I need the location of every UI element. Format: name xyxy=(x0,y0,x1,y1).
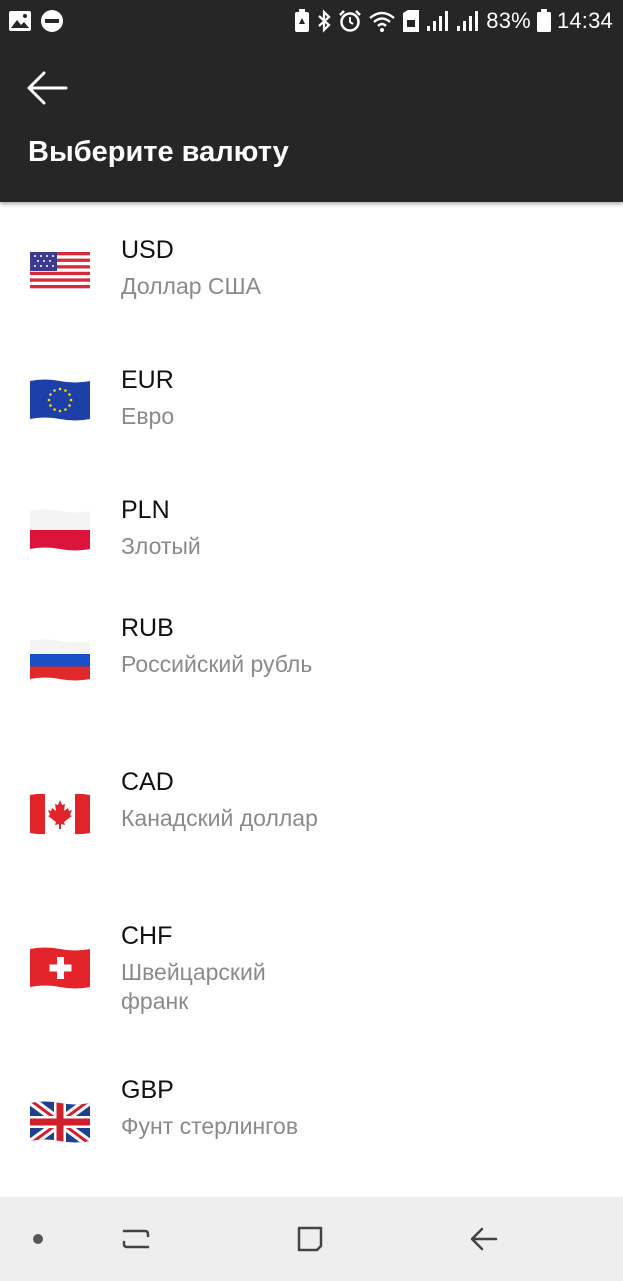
sim-icon xyxy=(402,9,420,33)
gb-flag-icon xyxy=(30,1100,90,1144)
status-bar: 83% 14:34 xyxy=(0,0,623,42)
currency-code: EUR xyxy=(121,366,174,394)
currency-name: Фунт стерлингов xyxy=(121,1113,299,1139)
currency-name: Российский рубль xyxy=(121,651,313,677)
bluetooth-icon xyxy=(316,9,332,33)
app-bar: Выберите валюту xyxy=(0,42,623,202)
battery-saver-icon xyxy=(294,9,310,33)
signal-icon xyxy=(426,10,450,32)
status-right: 83% 14:34 xyxy=(294,8,613,34)
battery-percent: 83% xyxy=(486,8,531,33)
recents-icon[interactable] xyxy=(116,1219,156,1259)
do-not-disturb-icon xyxy=(40,9,64,33)
currency-name: Злотый xyxy=(121,533,201,559)
back-icon[interactable] xyxy=(464,1219,504,1259)
wifi-icon xyxy=(368,9,396,33)
pl-flag-icon xyxy=(30,508,90,552)
status-left xyxy=(8,9,64,33)
ru-flag-icon xyxy=(30,638,90,682)
clock: 14:34 xyxy=(556,8,613,33)
eu-flag-icon xyxy=(30,378,90,422)
page-title: Выберите валюту xyxy=(28,136,289,168)
arrow-left-icon xyxy=(26,70,68,111)
currency-code: RUB xyxy=(121,614,174,642)
currency-item-eur[interactable]: EUR Евро xyxy=(0,332,623,462)
currency-name: Швейцарский франк xyxy=(121,959,266,1014)
currency-item-pln[interactable]: PLN Злотый xyxy=(0,462,623,592)
navigation-bar xyxy=(0,1197,623,1281)
currency-code: PLN xyxy=(121,496,170,524)
currency-item-rub[interactable]: RUB Российский рубль xyxy=(0,592,623,746)
currency-code: GBP xyxy=(121,1076,174,1104)
signal-icon xyxy=(456,10,480,32)
currency-code: CHF xyxy=(121,922,173,950)
currency-name: Евро xyxy=(121,403,175,429)
currency-item-gbp[interactable]: GBP Фунт стерлингов xyxy=(0,1054,623,1204)
currency-name: Канадский доллар xyxy=(121,805,318,831)
currency-list: USD Доллар США EUR Евро PLN Злотый RUB Р… xyxy=(0,202,623,1204)
ch-flag-icon xyxy=(30,946,90,990)
currency-item-cad[interactable]: CAD Канадский доллар xyxy=(0,746,623,900)
us-flag-icon xyxy=(30,248,90,292)
alarm-icon xyxy=(338,9,362,33)
currency-item-usd[interactable]: USD Доллар США xyxy=(0,202,623,332)
currency-code: USD xyxy=(121,236,174,264)
home-icon[interactable] xyxy=(290,1219,330,1259)
battery-icon xyxy=(536,9,551,33)
currency-name: Доллар США xyxy=(121,273,261,299)
currency-code: CAD xyxy=(121,768,174,796)
currency-item-chf[interactable]: CHF Швейцарский франк xyxy=(0,900,623,1054)
dot-icon[interactable] xyxy=(18,1219,58,1259)
back-button[interactable] xyxy=(26,70,74,110)
gallery-icon xyxy=(8,10,32,32)
ca-flag-icon xyxy=(30,792,90,836)
